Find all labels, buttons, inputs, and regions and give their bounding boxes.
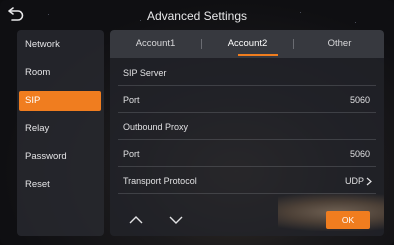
ok-button[interactable]: OK <box>326 211 370 229</box>
row-divider <box>118 193 376 194</box>
sip-port-row[interactable]: Port 5060 <box>110 87 384 113</box>
tab-other[interactable]: Other <box>294 30 384 58</box>
tab-bar: Account1 Account2 Other <box>110 30 384 58</box>
row-label: SIP Server <box>123 68 167 78</box>
header: Advanced Settings <box>0 0 394 32</box>
row-divider <box>118 85 376 86</box>
settings-panel: Account1 Account2 Other SIP Server Port … <box>110 30 384 236</box>
sip-server-row[interactable]: SIP Server <box>110 60 384 86</box>
chevron-right-icon <box>366 177 372 186</box>
sidebar-item-password[interactable]: Password <box>19 147 101 167</box>
transport-protocol-row[interactable]: Transport Protocol UDP <box>110 168 384 194</box>
tab-account1[interactable]: Account1 <box>110 30 201 58</box>
chevron-down-icon[interactable] <box>168 214 184 226</box>
active-tab-indicator <box>238 54 278 56</box>
row-value: UDP <box>344 176 364 186</box>
footer-bar: OK <box>110 208 384 236</box>
row-value: 5060 <box>349 95 370 105</box>
row-label: Outbound Proxy <box>123 122 189 132</box>
row-divider <box>118 139 376 140</box>
sidebar: Network Room SIP Relay Password Reset <box>17 30 104 236</box>
outbound-proxy-row[interactable]: Outbound Proxy <box>110 114 384 140</box>
sidebar-item-network[interactable]: Network <box>19 35 101 55</box>
row-divider <box>118 166 376 167</box>
row-label: Port <box>123 149 140 159</box>
device-screen: Advanced Settings Network Room SIP Relay… <box>0 0 394 245</box>
row-value: 5060 <box>349 149 370 159</box>
chevron-up-icon[interactable] <box>128 214 144 226</box>
sidebar-item-room[interactable]: Room <box>19 63 101 83</box>
proxy-port-row[interactable]: Port 5060 <box>110 141 384 167</box>
sidebar-item-reset[interactable]: Reset <box>19 175 101 195</box>
sidebar-item-sip[interactable]: SIP <box>19 91 101 111</box>
row-divider <box>118 112 376 113</box>
row-label: Port <box>123 95 140 105</box>
sidebar-item-relay[interactable]: Relay <box>19 119 101 139</box>
page-title: Advanced Settings <box>146 9 248 23</box>
row-label: Transport Protocol <box>123 176 197 186</box>
